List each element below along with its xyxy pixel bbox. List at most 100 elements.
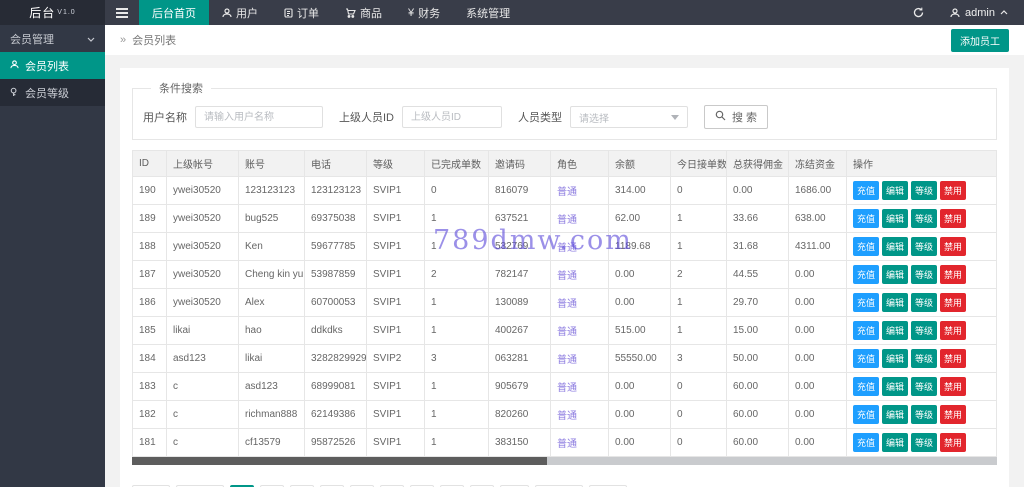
action-recharge-button[interactable]: 充值: [853, 237, 880, 256]
action-edit-button[interactable]: 编辑: [882, 237, 909, 256]
cell-invite: 782147: [488, 260, 551, 289]
search-panel-title: 条件搜索: [159, 83, 203, 95]
cell-balance: 62.00: [608, 204, 671, 233]
action-level-button[interactable]: 等级: [911, 405, 938, 424]
action-recharge-button[interactable]: 充值: [853, 293, 880, 312]
nav-item-home[interactable]: 后台首页: [139, 0, 209, 25]
add-staff-button[interactable]: 添加员工: [951, 28, 1009, 52]
action-edit-button[interactable]: 编辑: [882, 209, 909, 228]
cell-balance: 0.00: [608, 372, 671, 401]
role-badge: 普通: [557, 383, 577, 394]
action-level-button[interactable]: 等级: [911, 237, 938, 256]
username-input[interactable]: [195, 106, 323, 128]
action-disable-button[interactable]: 禁用: [940, 209, 967, 228]
cell-id: 189: [132, 204, 167, 233]
action-edit-button[interactable]: 编辑: [882, 405, 909, 424]
cell-account: bug525: [238, 204, 305, 233]
cell-balance: 515.00: [608, 316, 671, 345]
type-select[interactable]: 请选择: [570, 106, 688, 128]
member-table: ID上级帐号账号电话等级已完成单数邀请码角色余额今日接单数量总获得佣金冻结资金操…: [132, 150, 997, 457]
parent-id-input[interactable]: [402, 106, 502, 128]
cell-today: 2: [670, 260, 727, 289]
cell-frozen: 0.00: [788, 372, 847, 401]
nav-item-users[interactable]: 用户: [209, 0, 271, 25]
nav-item-orders[interactable]: 订单: [271, 0, 332, 25]
main-content: » 会员列表 添加员工 条件搜索 用户名称 上级人员ID 人员类型 请选择: [105, 25, 1024, 487]
cell-done: 1: [424, 400, 489, 429]
column-header: 账号: [238, 150, 305, 177]
cell-actions: 充值 编辑 等级 禁用: [846, 288, 997, 317]
action-recharge-button[interactable]: 充值: [853, 265, 880, 284]
cell-phone: 62149386: [304, 400, 367, 429]
action-edit-button[interactable]: 编辑: [882, 433, 909, 452]
action-recharge-button[interactable]: 充值: [853, 181, 880, 200]
cell-role: 普通: [550, 400, 609, 429]
action-edit-button[interactable]: 编辑: [882, 321, 909, 340]
cell-done: 2: [424, 260, 489, 289]
cell-role: 普通: [550, 372, 609, 401]
cell-commission: 60.00: [726, 400, 789, 429]
nav-item-label: 财务: [418, 7, 441, 20]
admin-dropdown[interactable]: admin: [950, 7, 1008, 19]
search-button[interactable]: 搜 索: [704, 105, 769, 129]
search-icon: [715, 110, 726, 124]
action-level-button[interactable]: 等级: [911, 293, 938, 312]
action-disable-button[interactable]: 禁用: [940, 181, 967, 200]
nav-item-goods[interactable]: 商品: [332, 0, 395, 25]
action-level-button[interactable]: 等级: [911, 433, 938, 452]
cell-id: 183: [132, 372, 167, 401]
action-edit-button[interactable]: 编辑: [882, 265, 909, 284]
order-icon: [284, 7, 293, 18]
table-row: 181 c cf13579 95872526 SVIP1 1 383150 普通 0.00 0 60…: [132, 428, 997, 457]
nav-item-finance[interactable]: ¥ 财务: [395, 0, 453, 25]
scrollbar-thumb[interactable]: [132, 457, 548, 465]
action-edit-button[interactable]: 编辑: [882, 293, 909, 312]
sidebar-group-member-management[interactable]: 会员管理: [0, 25, 105, 52]
action-recharge-button[interactable]: 充值: [853, 433, 880, 452]
cell-actions: 充值 编辑 等级 禁用: [846, 316, 997, 345]
cell-frozen: 0.00: [788, 400, 847, 429]
navbar-right: admin: [913, 0, 1024, 25]
refresh-icon[interactable]: [913, 7, 924, 18]
sidebar-item-member-list[interactable]: 会员列表: [0, 52, 105, 79]
cell-invite: 637521: [488, 204, 551, 233]
level-icon: [10, 87, 19, 99]
action-edit-button[interactable]: 编辑: [882, 349, 909, 368]
cell-phone: 60700053: [304, 288, 367, 317]
action-disable-button[interactable]: 禁用: [940, 237, 967, 256]
action-level-button[interactable]: 等级: [911, 349, 938, 368]
action-level-button[interactable]: 等级: [911, 321, 938, 340]
action-level-button[interactable]: 等级: [911, 265, 938, 284]
action-disable-button[interactable]: 禁用: [940, 321, 967, 340]
action-recharge-button[interactable]: 充值: [853, 405, 880, 424]
cell-parent: ywei30520: [166, 204, 239, 233]
cell-account: Cheng kin yu: [238, 260, 305, 289]
action-disable-button[interactable]: 禁用: [940, 293, 967, 312]
action-recharge-button[interactable]: 充值: [853, 321, 880, 340]
sidebar-item-member-level[interactable]: 会员等级: [0, 79, 105, 106]
action-recharge-button[interactable]: 充值: [853, 349, 880, 368]
action-disable-button[interactable]: 禁用: [940, 433, 967, 452]
action-disable-button[interactable]: 禁用: [940, 405, 967, 424]
cell-parent: c: [166, 400, 239, 429]
action-level-button[interactable]: 等级: [911, 209, 938, 228]
action-level-button[interactable]: 等级: [911, 377, 938, 396]
action-disable-button[interactable]: 禁用: [940, 377, 967, 396]
hamburger-icon[interactable]: [105, 0, 139, 25]
action-disable-button[interactable]: 禁用: [940, 265, 967, 284]
nav-item-system[interactable]: 系统管理: [453, 0, 523, 25]
action-disable-button[interactable]: 禁用: [940, 349, 967, 368]
column-header: 冻结资金: [788, 150, 847, 177]
cell-phone: 69375038: [304, 204, 367, 233]
action-recharge-button[interactable]: 充值: [853, 209, 880, 228]
action-edit-button[interactable]: 编辑: [882, 181, 909, 200]
column-header: 操作: [846, 150, 997, 177]
cell-level: SVIP1: [366, 204, 425, 233]
app-logo[interactable]: 后台 V1.0: [0, 0, 105, 25]
action-edit-button[interactable]: 编辑: [882, 377, 909, 396]
action-recharge-button[interactable]: 充值: [853, 377, 880, 396]
cell-id: 188: [132, 232, 167, 261]
cell-frozen: 0.00: [788, 316, 847, 345]
action-level-button[interactable]: 等级: [911, 181, 938, 200]
role-badge: 普通: [557, 327, 577, 338]
